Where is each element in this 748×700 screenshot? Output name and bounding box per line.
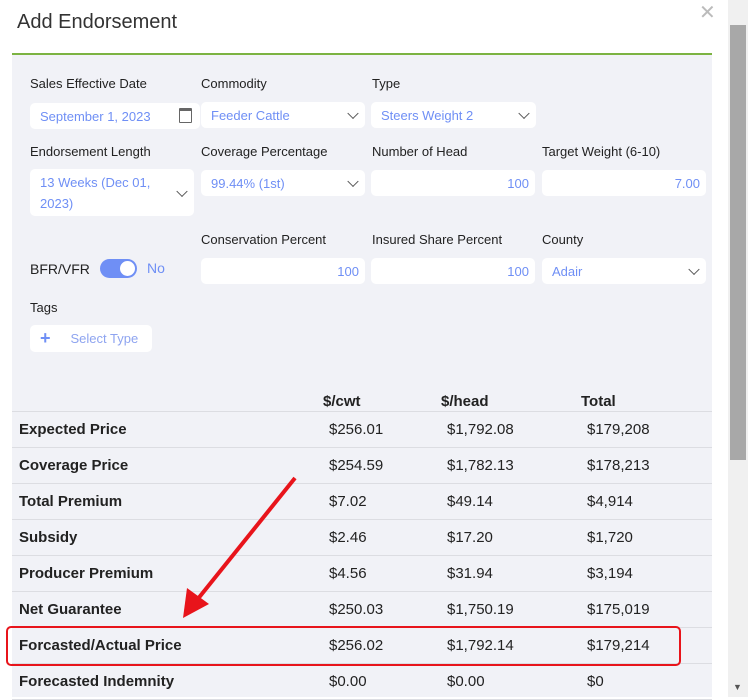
scrollbar[interactable]: ▼	[728, 0, 748, 697]
scroll-down-icon[interactable]: ▼	[733, 682, 742, 692]
scrollbar-thumb[interactable]	[730, 25, 746, 460]
annotation-arrow-icon	[183, 476, 297, 618]
